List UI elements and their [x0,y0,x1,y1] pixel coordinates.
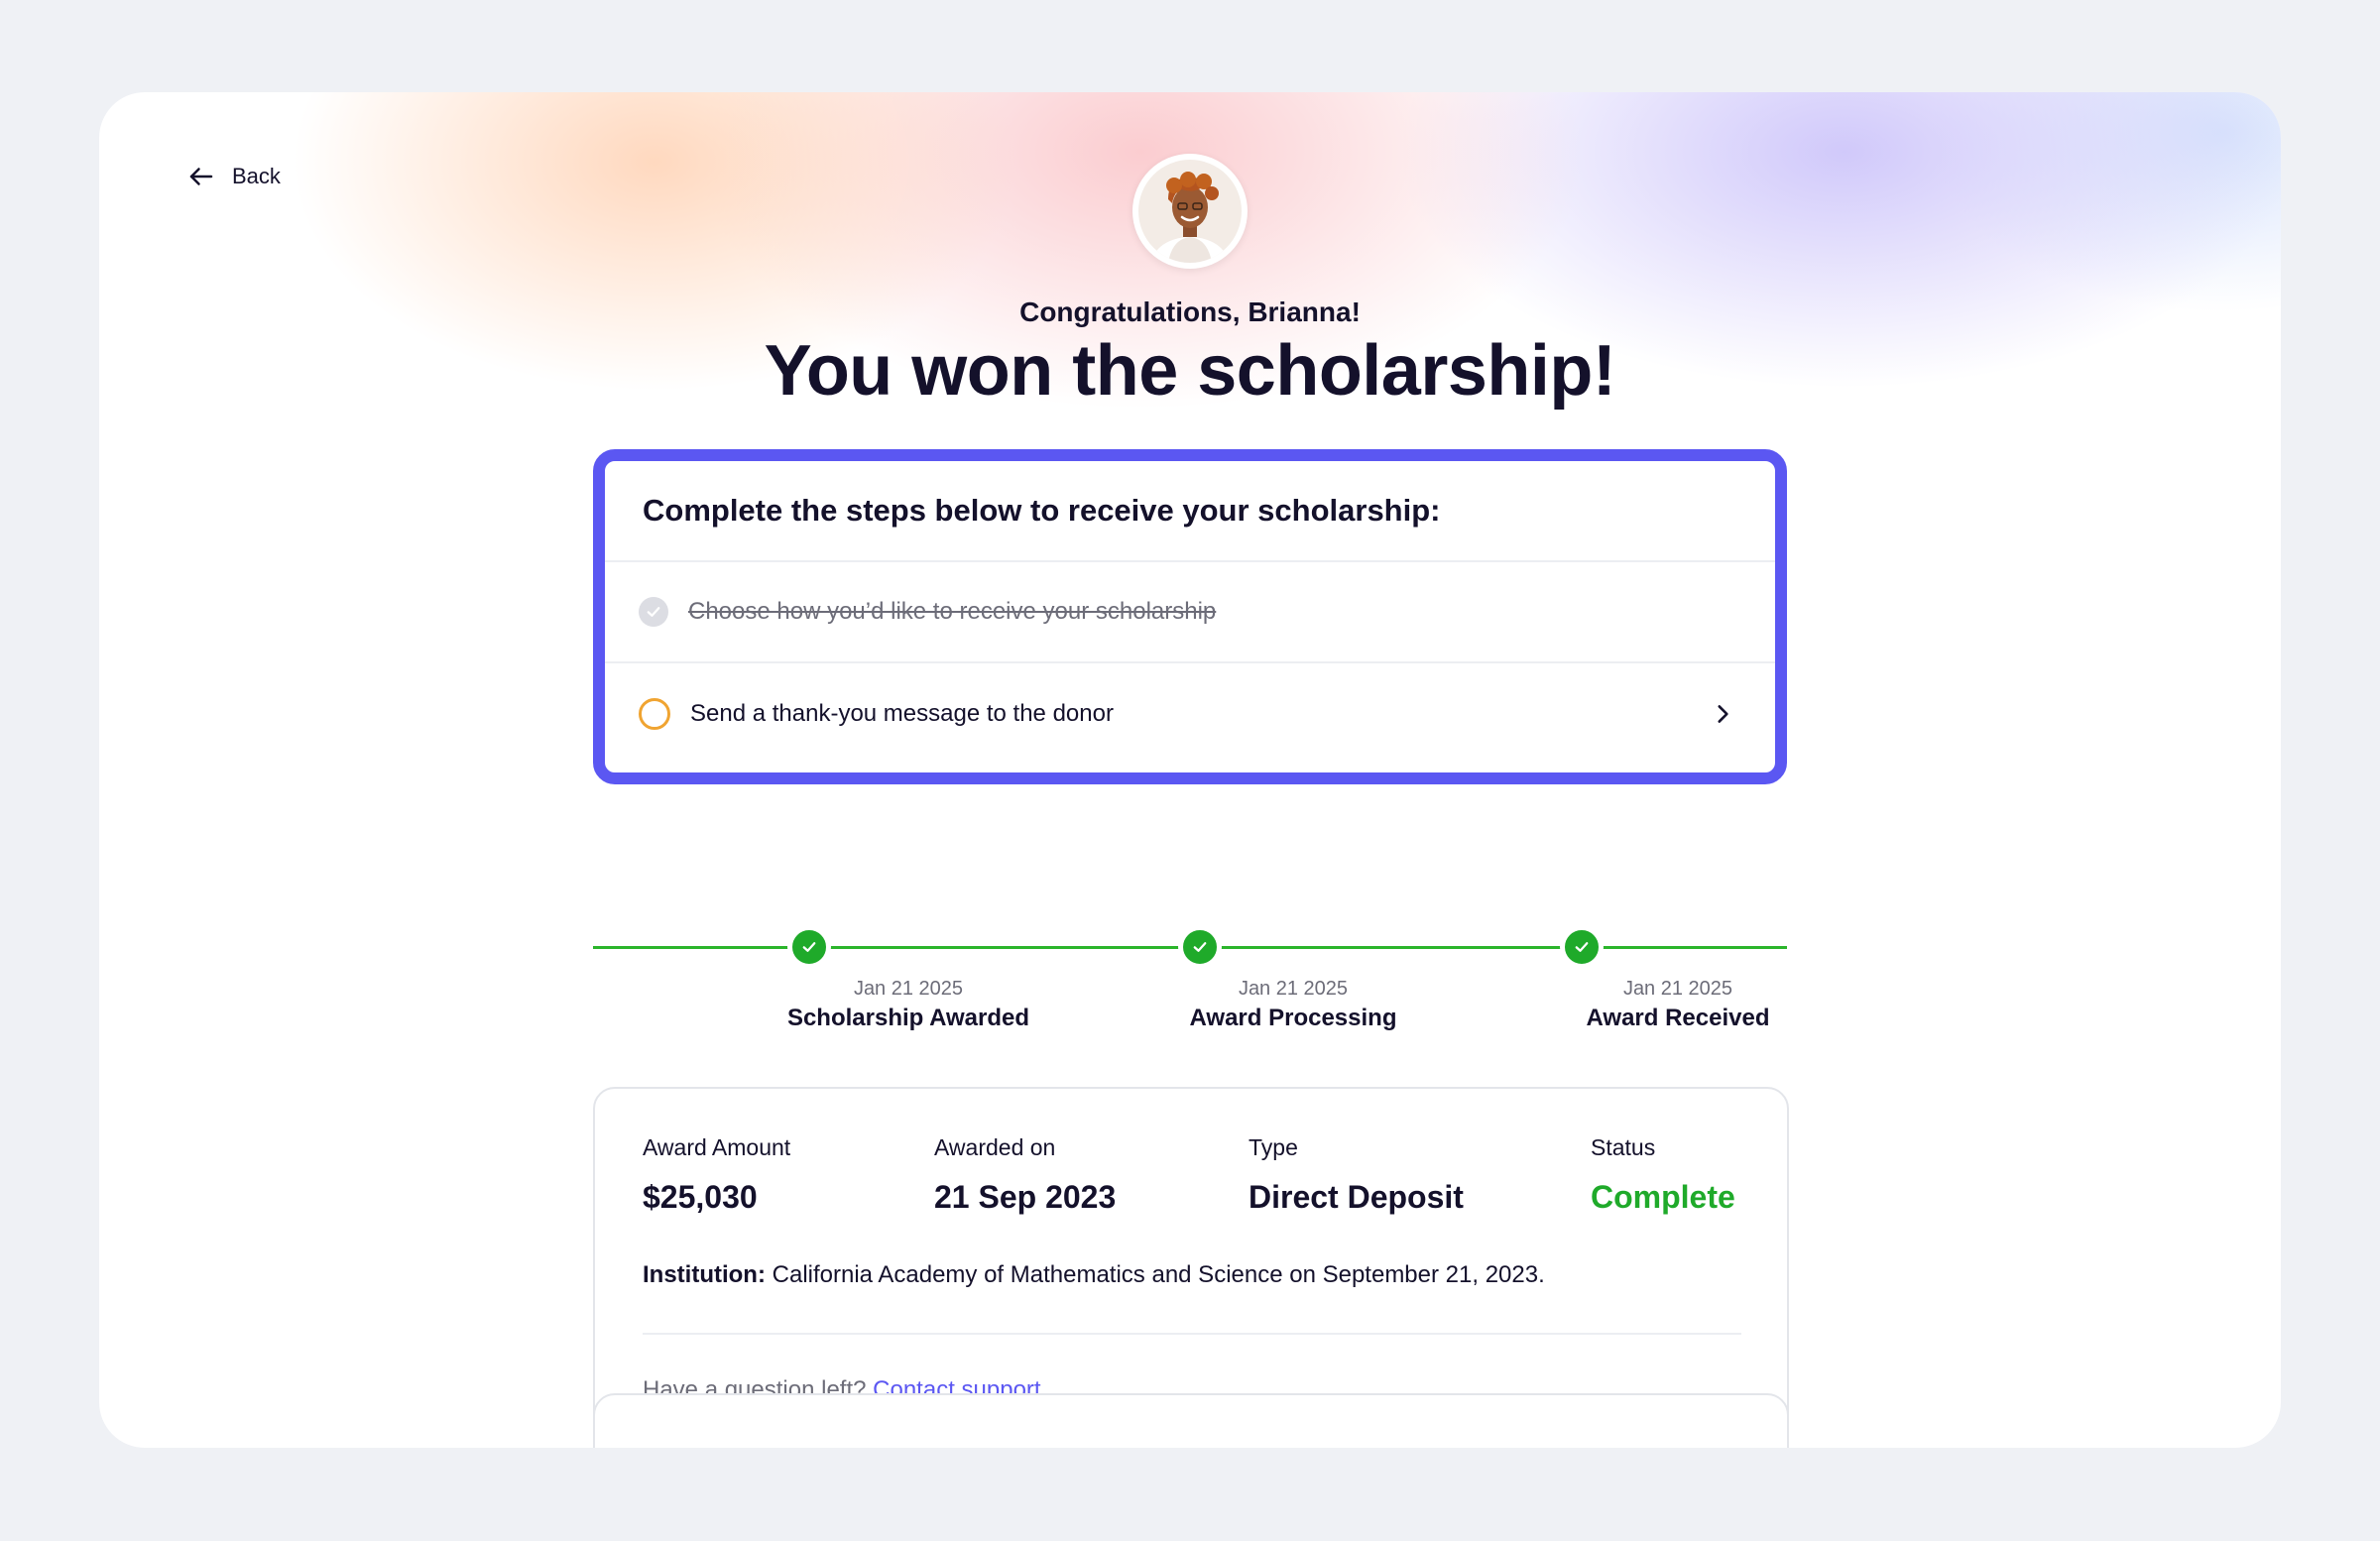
greeting: Congratulations, Brianna! [1019,296,1361,327]
check-circle-icon [1178,925,1222,969]
empty-circle-icon [639,698,670,730]
progress-timeline: Jan 21 2025 Scholarship Awarded Jan 21 2… [593,925,1787,1049]
timeline-milestone: Jan 21 2025 Award Processing [1144,978,1442,1032]
milestone-date: Jan 21 2025 [1622,978,1733,1000]
timeline-milestone: Jan 21 2025 Award Received [1529,978,1827,1032]
field-label: Status [1591,1134,1656,1160]
award-amount: Award Amount $25,030 [643,1134,790,1216]
timeline-milestone: Jan 21 2025 Scholarship Awarded [760,978,1057,1032]
milestone-date: Jan 21 2025 [1238,978,1349,1000]
steps-title: Complete the steps below to receive your… [605,461,1775,562]
field-label: Award Amount [643,1134,791,1160]
check-circle-icon [639,597,668,627]
field-value: $25,030 [643,1179,758,1215]
status-badge: Complete [1591,1179,1735,1215]
divider [643,1333,1741,1335]
back-label: Back [232,164,281,188]
award-type: Type Direct Deposit [1249,1134,1464,1216]
institution-label: Institution: [643,1261,766,1288]
award-status: Status Complete [1591,1134,1735,1216]
check-circle-icon [787,925,831,969]
back-button[interactable]: Back [186,162,281,191]
step-item-receive-method[interactable]: Choose how you’d like to receive your sc… [605,562,1775,663]
field-label: Type [1249,1134,1298,1160]
milestone-date: Jan 21 2025 [853,978,964,1000]
page-title: You won the scholarship! [764,331,1616,411]
check-circle-icon [1560,925,1604,969]
next-card [593,1393,1789,1448]
avatar [1132,154,1248,269]
step-label: Choose how you’d like to receive your sc… [688,598,1217,625]
institution-line: Institution: California Academy of Mathe… [643,1261,1545,1289]
field-value: 21 Sep 2023 [934,1179,1117,1215]
steps-card: Complete the steps below to receive your… [593,449,1787,784]
awarded-on: Awarded on 21 Sep 2023 [934,1134,1116,1216]
milestone-title: Award Received [1586,1005,1770,1031]
milestone-title: Award Processing [1189,1005,1397,1031]
milestone-title: Scholarship Awarded [786,1005,1030,1031]
chevron-right-icon[interactable] [1710,701,1735,727]
step-item-thank-you[interactable]: Send a thank-you message to the donor [605,663,1775,765]
arrow-left-icon [189,168,213,185]
app-window: Back Congratulations, Brianna! You won t… [99,92,2281,1448]
step-label: Send a thank-you message to the donor [690,700,1114,727]
avatar-photo [1138,160,1242,263]
field-value: Direct Deposit [1249,1179,1464,1215]
field-label: Awarded on [934,1134,1056,1160]
institution-text: California Academy of Mathematics and Sc… [772,1261,1545,1288]
